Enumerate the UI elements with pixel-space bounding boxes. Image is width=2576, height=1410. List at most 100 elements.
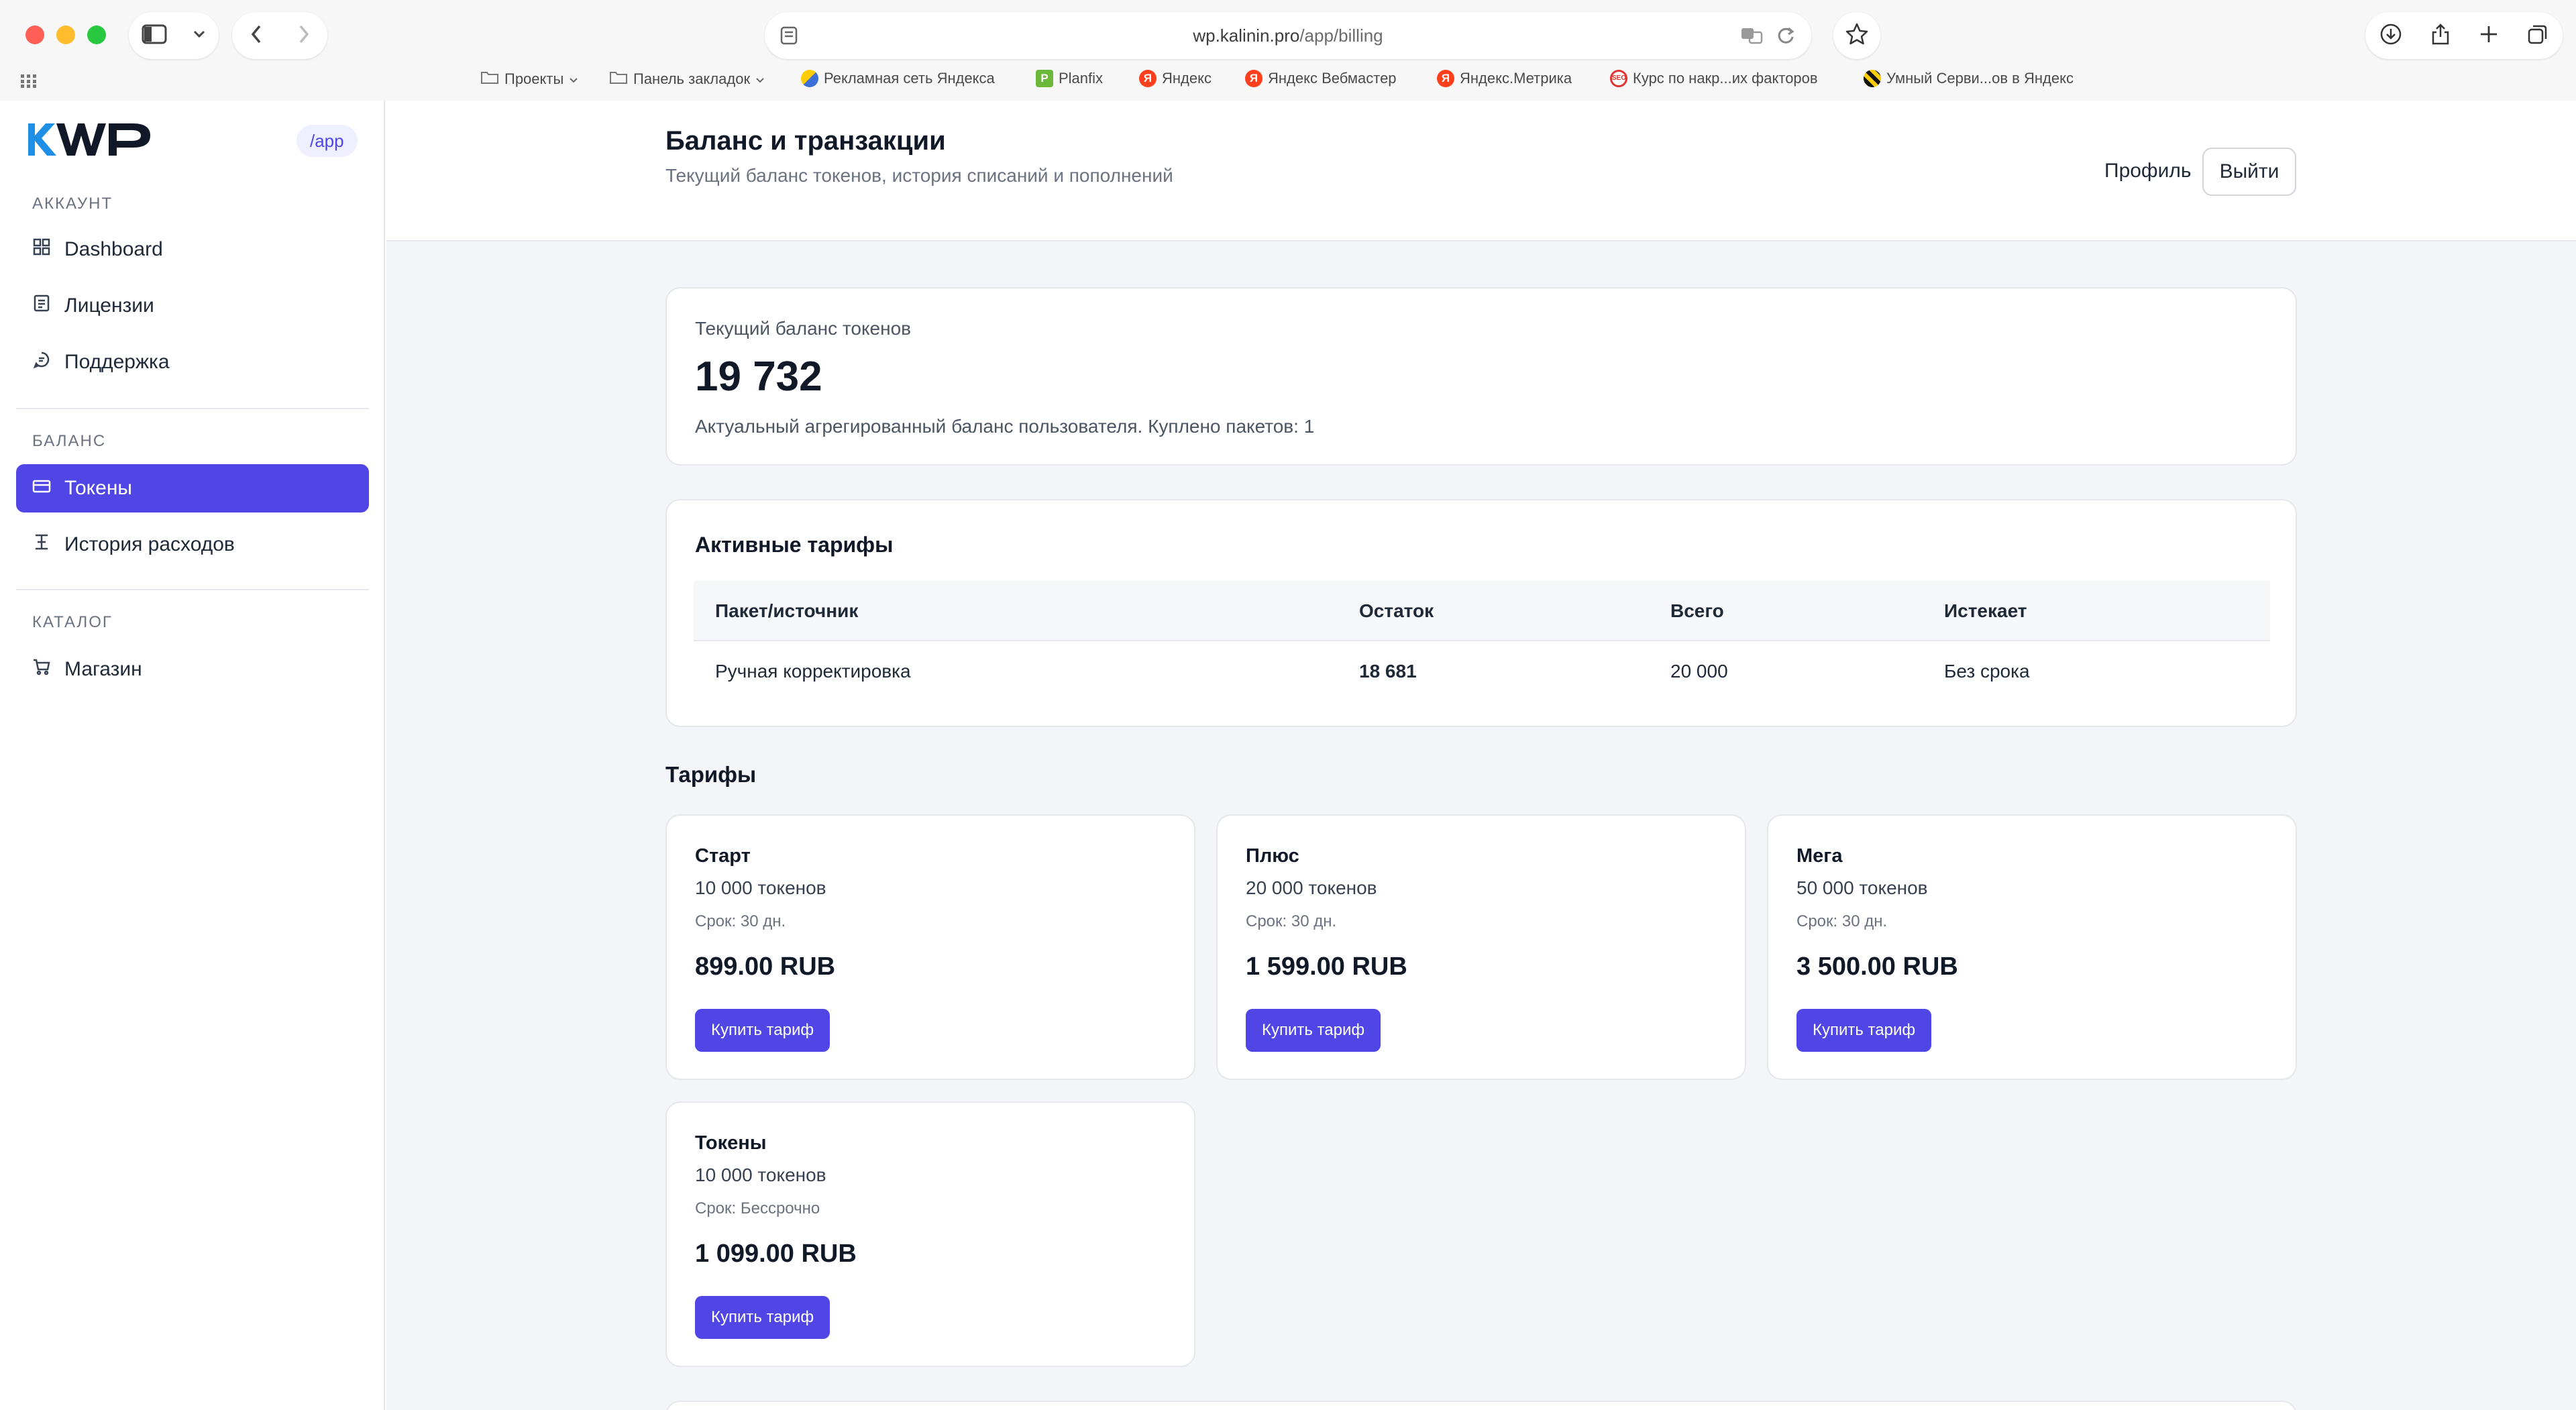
plan-price: 1 099.00 RUB [695,1240,857,1268]
rsya-favicon [801,70,818,87]
bookmark-folder-bar[interactable]: Панель закладок [609,70,765,89]
address-bar[interactable]: wp.kalinin.pro/app/billing [765,12,1811,59]
plan-name: Плюс [1246,845,1299,867]
table-row: Ручная корректировка 18 681 20 000 Без с… [694,641,2270,703]
zoom-window-button[interactable] [87,25,106,44]
active-tariffs-title: Активные тарифы [695,533,894,557]
cell-total: 20 000 [1670,661,1728,682]
apps-grid-icon[interactable] [20,74,38,93]
bookmark-seo-course[interactable]: SEO Курс по накр...их факторов [1610,70,1818,87]
planfix-favicon: P [1036,70,1053,87]
buy-plan-button[interactable]: Купить тариф [1246,1009,1381,1052]
umny-favicon [1864,70,1881,87]
sidebar-item-label: Магазин [64,658,142,680]
history-icon [32,533,51,557]
chevron-down-icon [755,70,765,88]
buy-plan-button[interactable]: Купить тариф [1796,1009,1932,1052]
logout-button[interactable]: Выйти [2202,148,2296,196]
bookmark-label: Рекламная сеть Яндекса [824,70,995,87]
plan-term: Срок: 30 дн. [1796,912,1888,930]
sidebar-section-account: АККАУНТ [32,195,113,213]
star-icon [1845,22,1869,50]
sidebar-item-label: История расходов [64,533,235,555]
support-icon [32,350,51,374]
bookmark-folder-projects[interactable]: Проекты [480,70,578,89]
app-sidebar: /app АККАУНТ Dashboard Лицензии Поддержк… [0,101,385,1410]
sidebar-item-label: Поддержка [64,351,170,373]
sidebar-item-dashboard[interactable]: Dashboard [16,225,369,274]
bookmark-yandex[interactable]: Я Яндекс [1139,70,1212,87]
column-header-expires: Истекает [1944,600,2027,621]
plan-card-tokens: Токены 10 000 токенов Срок: Бессрочно 1 … [665,1101,1195,1367]
reader-icon[interactable] [780,25,798,49]
active-tariffs-card: Активные тарифы Пакет/источник Остаток В… [665,499,2297,727]
plan-term: Срок: Бессрочно [695,1199,820,1217]
bookmark-label: Planfix [1059,70,1104,87]
folder-icon [609,70,628,89]
plan-tokens: 10 000 токенов [695,877,826,898]
sidebar-item-label: Dashboard [64,238,163,260]
downloads-icon[interactable] [2379,23,2402,49]
address-actions [1740,25,1795,49]
yandex-favicon: Я [1245,70,1263,87]
bookmark-planfix[interactable]: P Planfix [1036,70,1103,87]
page-title: Баланс и транзакции [665,126,946,156]
new-tab-icon[interactable] [2479,24,2499,48]
buy-plan-button[interactable]: Купить тариф [695,1009,830,1052]
cell-expires: Без срока [1944,661,2030,682]
sidebar-item-support[interactable]: Поддержка [16,338,369,386]
chevron-down-icon[interactable] [193,30,206,42]
profile-link[interactable]: Профиль [2104,160,2192,182]
buy-plan-button[interactable]: Купить тариф [695,1296,830,1339]
page-header: Баланс и транзакции Текущий баланс токен… [386,101,2576,241]
bookmark-star-button[interactable] [1833,12,1880,59]
sidebar-item-history[interactable]: История расходов [16,521,369,569]
plan-tokens: 50 000 токенов [1796,877,1928,898]
plan-term: Срок: 30 дн. [695,912,786,930]
active-tariffs-table: Пакет/источник Остаток Всего Истекает Ру… [694,581,2270,703]
window-controls [25,25,106,44]
bookmark-label: Курс по накр...их факторов [1633,70,1818,87]
seo-favicon: SEO [1610,70,1627,87]
sidebar-toggle-group [129,12,219,59]
url-text: wp.kalinin.pro/app/billing [1193,25,1383,46]
plans-section-title: Тарифы [665,762,757,787]
bookmark-rsya[interactable]: Рекламная сеть Яндекса [801,70,995,87]
plan-price: 1 599.00 RUB [1246,953,1407,981]
back-arrow-icon[interactable] [250,24,262,48]
cell-remaining: 18 681 [1359,661,1417,682]
bookmarks-bar: Проекты Панель закладок Рекламная сеть Я… [0,70,2576,94]
tab-overview-icon[interactable] [2527,23,2548,48]
balance-card: Текущий баланс токенов 19 732 Актуальный… [665,287,2297,466]
dashboard-icon [32,237,51,262]
bookmark-umny-service[interactable]: Умный Серви...ов в Яндекс [1864,70,2074,87]
forward-arrow-icon[interactable] [298,24,310,48]
sidebar-section-catalog: КАТАЛОГ [32,613,113,631]
bookmark-yandex-webmaster[interactable]: Я Яндекс Вебмастер [1245,70,1397,87]
sidebar-item-licenses[interactable]: Лицензии [16,282,369,330]
page-subtitle: Текущий баланс токенов, история списаний… [665,165,1173,186]
minimize-window-button[interactable] [56,25,75,44]
sidebar-item-label: Лицензии [64,294,154,317]
plan-tokens: 20 000 токенов [1246,877,1377,898]
browser-window: wp.kalinin.pro/app/billing Проекты Панел… [0,0,2576,1410]
column-header-total: Всего [1670,600,1724,621]
column-header-package: Пакет/источник [715,600,859,621]
share-icon[interactable] [2430,23,2451,49]
kwp-logo[interactable] [25,121,157,162]
sidebar-item-tokens[interactable]: Токены [16,464,369,512]
reload-icon[interactable] [1776,25,1795,49]
column-header-remaining: Остаток [1359,600,1434,621]
close-window-button[interactable] [25,25,44,44]
main-content: Баланс и транзакции Текущий баланс токен… [386,101,2576,1410]
bookmark-label: Яндекс [1162,70,1212,87]
yandex-favicon: Я [1437,70,1454,87]
translate-icon[interactable] [1740,25,1764,49]
plan-tokens: 10 000 токенов [695,1164,826,1185]
bookmark-yandex-metrika[interactable]: Я Яндекс.Метрика [1437,70,1572,87]
card-icon [32,477,51,500]
sidebar-item-shop[interactable]: Магазин [16,645,369,694]
browser-toolbar: wp.kalinin.pro/app/billing Проекты Панел… [0,0,2576,101]
sidebar-toggle-icon[interactable] [142,24,167,48]
cart-icon [32,657,51,682]
